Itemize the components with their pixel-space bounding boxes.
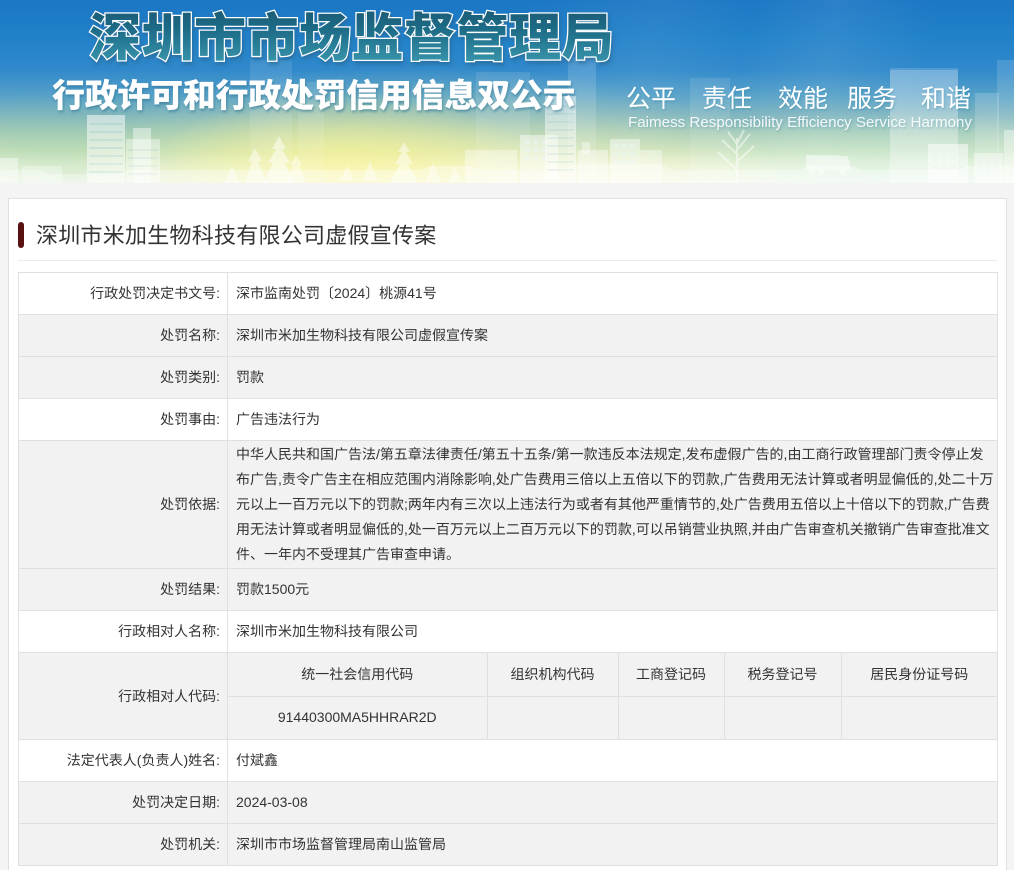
svg-text:深圳市市场监督管理局: 深圳市市场监督管理局 <box>89 0 614 71</box>
svg-text:Faimess Responsibility Efficie: Faimess Responsibility Efficiency Servic… <box>628 114 973 131</box>
svg-text:责任: 责任 <box>702 79 752 115</box>
svg-text:公平: 公平 <box>626 79 676 115</box>
svg-text:服务: 服务 <box>847 79 897 115</box>
svg-text:和谐: 和谐 <box>921 79 971 115</box>
svg-text:行政许可和行政处罚信用信息双公示: 行政许可和行政处罚信用信息双公示 <box>52 69 575 117</box>
svg-text:效能: 效能 <box>778 79 828 115</box>
